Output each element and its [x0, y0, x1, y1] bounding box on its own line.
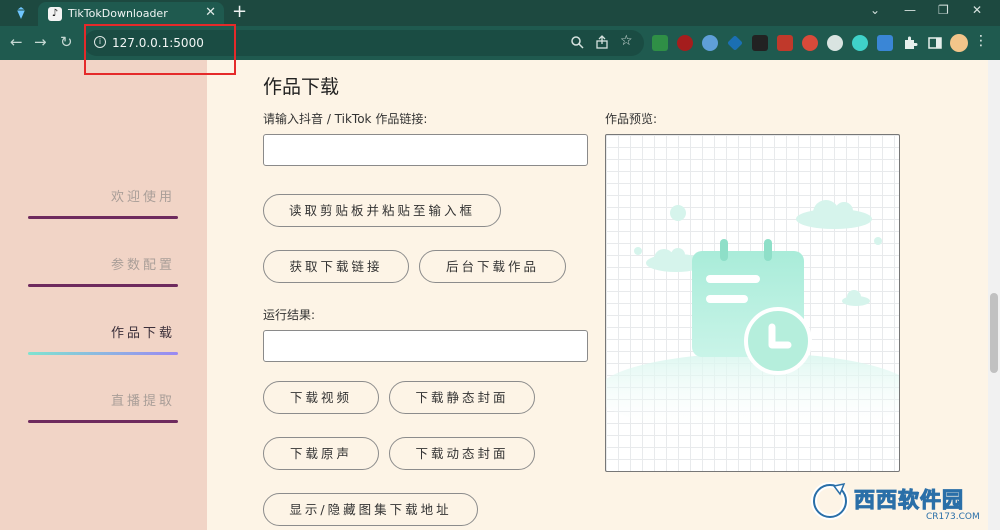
paste-clipboard-button[interactable]: 读取剪贴板并粘贴至输入框 — [263, 194, 501, 227]
ext-glasses-icon[interactable] — [752, 35, 768, 51]
tab-dropdown-icon[interactable]: ⌄ — [870, 3, 880, 17]
tab-search-icon[interactable] — [14, 6, 28, 20]
restore-button[interactable]: ❐ — [938, 3, 949, 17]
back-button[interactable]: ← — [10, 33, 23, 51]
get-download-link-button[interactable]: 获取下载链接 — [263, 250, 409, 283]
ext-download-icon[interactable] — [877, 35, 893, 51]
preview-label: 作品预览: — [605, 112, 658, 126]
zoom-icon[interactable] — [570, 35, 584, 49]
download-audio-button[interactable]: 下载原声 — [263, 437, 379, 470]
sidebar-item-download[interactable]: 作品下载 — [111, 322, 175, 341]
tab-title: TikTokDownloader — [68, 7, 168, 20]
watermark-site: CR173.COM — [926, 512, 980, 522]
share-icon[interactable] — [595, 35, 609, 49]
calendar-clock-illustration — [606, 200, 899, 433]
new-tab-button[interactable]: + — [232, 2, 247, 22]
watermark-text: 西西软件园 — [854, 488, 964, 513]
minimize-button[interactable]: — — [904, 3, 916, 17]
browser-menu-icon[interactable]: ⋮ — [974, 33, 988, 49]
ublock-icon[interactable] — [677, 35, 693, 51]
sidebar-underline-download — [28, 352, 178, 355]
sidebar-underline-welcome — [28, 216, 178, 219]
tab-close-icon[interactable]: ✕ — [205, 5, 216, 20]
result-output[interactable] — [263, 330, 588, 362]
download-static-cover-button[interactable]: 下载静态封面 — [389, 381, 535, 414]
link-input[interactable] — [263, 134, 588, 166]
sidebar-underline-config — [28, 284, 178, 287]
watermark-emblem — [811, 482, 849, 520]
watermark-logo: 西西软件园 CR173.COM — [808, 478, 988, 526]
browser-tab[interactable]: ♪ TikTokDownloader ✕ — [38, 2, 224, 26]
download-video-button[interactable]: 下载视频 — [263, 381, 379, 414]
ext-santa-icon[interactable] — [802, 35, 818, 51]
ext-globe-icon[interactable] — [702, 35, 718, 51]
page-title: 作品下载 — [263, 76, 340, 98]
result-label: 运行结果: — [263, 308, 316, 322]
forward-button[interactable]: → — [34, 33, 47, 51]
download-dynamic-cover-button[interactable]: 下载动态封面 — [389, 437, 535, 470]
link-input-label: 请输入抖音 / TikTok 作品链接: — [263, 112, 428, 126]
preview-panel — [605, 134, 900, 472]
ext-teal-circle-icon[interactable] — [852, 35, 868, 51]
reload-button[interactable]: ↻ — [60, 33, 73, 51]
toggle-gallery-links-button[interactable]: 显示/隐藏图集下载地址 — [263, 493, 478, 526]
sidebar-item-live[interactable]: 直播提取 — [111, 390, 175, 409]
bookmark-star-icon[interactable]: ☆ — [620, 33, 633, 49]
background-download-button[interactable]: 后台下载作品 — [419, 250, 566, 283]
tiktok-icon: ♪ — [48, 7, 62, 21]
window-close-button[interactable]: ✕ — [972, 3, 982, 17]
sidebar: 欢迎使用 参数配置 作品下载 直播提取 — [0, 60, 207, 530]
ext-cat-icon[interactable] — [827, 35, 843, 51]
ext-red-square-icon[interactable] — [777, 35, 793, 51]
profile-avatar[interactable] — [950, 34, 968, 52]
browser-tab-strip: ♪ TikTokDownloader ✕ + ⌄ — ❐ ✕ — [0, 0, 1000, 26]
sidebar-underline-live — [28, 420, 178, 423]
sidepanel-icon[interactable] — [927, 35, 943, 51]
puzzle-icon[interactable] — [902, 35, 918, 51]
page-content: 欢迎使用 参数配置 作品下载 直播提取 作品下载 请输入抖音 / TikTok … — [0, 60, 988, 530]
ext-green-icon[interactable] — [652, 35, 668, 51]
sidebar-item-config[interactable]: 参数配置 — [111, 254, 175, 273]
scrollbar-thumb[interactable] — [990, 293, 998, 373]
page-scrollbar[interactable] — [988, 60, 1000, 530]
url-highlight-annotation — [84, 24, 236, 75]
sidebar-item-welcome[interactable]: 欢迎使用 — [111, 186, 175, 205]
ext-diamond-icon[interactable] — [727, 35, 743, 51]
